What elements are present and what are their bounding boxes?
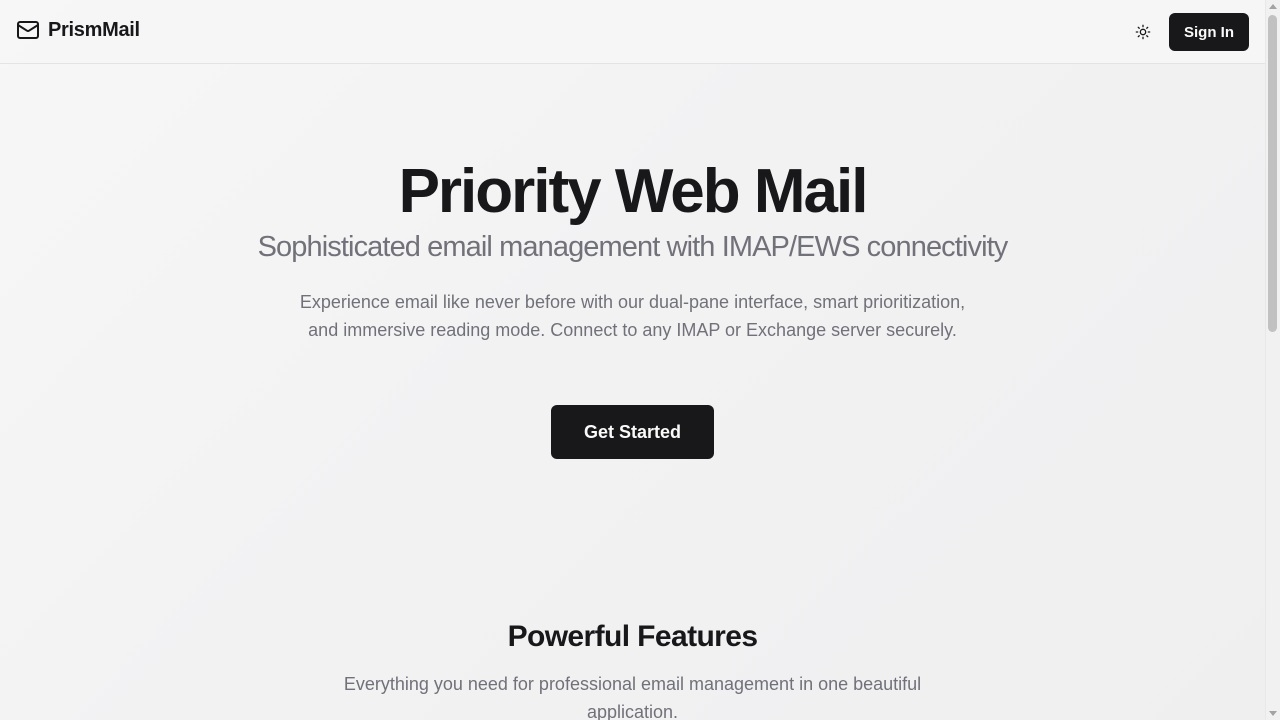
scroll-down-arrow-icon[interactable] (1269, 711, 1277, 716)
page-scrollbar[interactable] (1265, 0, 1280, 720)
mail-icon (16, 18, 40, 42)
hero-title: Priority Web Mail (398, 157, 869, 226)
brand-logo[interactable]: PrismMail (16, 18, 140, 42)
scroll-up-arrow-icon[interactable] (1269, 4, 1277, 9)
scrollbar-thumb[interactable] (1268, 15, 1277, 332)
features-title: Powerful Features (507, 620, 758, 653)
sign-in-button[interactable]: Sign In (1169, 13, 1249, 51)
get-started-button[interactable]: Get Started (551, 405, 714, 459)
brand-name: PrismMail (48, 18, 140, 41)
sun-icon (1135, 24, 1151, 40)
top-nav-bar: PrismMail Sign In (0, 0, 1265, 64)
features-description: Everything you need for professional ema… (343, 674, 922, 720)
hero-description: Experience email like never before with … (299, 292, 966, 340)
landing-page: PrismMail Sign In Priority Web Mail Soph… (0, 0, 1265, 720)
theme-toggle-button[interactable] (1127, 16, 1159, 48)
hero-subtitle: Sophisticated email management with IMAP… (257, 231, 1009, 263)
